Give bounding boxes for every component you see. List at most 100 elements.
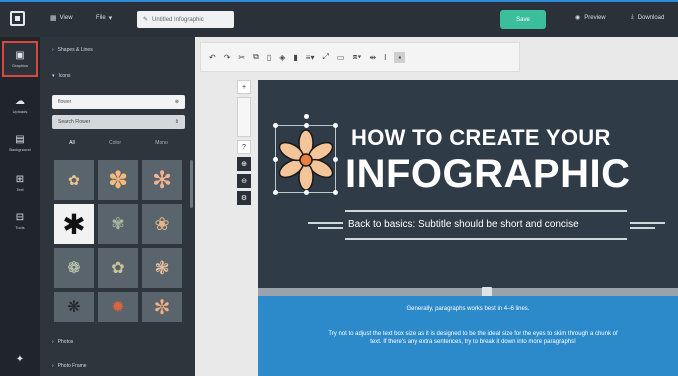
resize-handle[interactable] — [333, 190, 338, 195]
flower-icon: ✻ — [151, 166, 173, 194]
text-icon: ⊞ — [15, 173, 25, 185]
infographic-title-line1[interactable]: HOW TO CREATE YOUR — [351, 125, 611, 151]
icon-result[interactable]: ✹ — [98, 292, 138, 322]
rail-item-graphics[interactable]: ▣ Graphics — [2, 41, 38, 77]
filter-select-value: Search Flower — [58, 119, 91, 125]
group-icon[interactable]: ⧈▾ — [352, 52, 361, 62]
icon-filter-select[interactable]: Search Flower ⇕ — [52, 115, 185, 129]
tab-color[interactable]: Color — [109, 140, 121, 146]
subtitle-bottom-rule — [345, 238, 627, 240]
canvas-tool-column: + ? ⊕ ⊖ ⚙ — [237, 80, 251, 205]
rail-item-help[interactable]: ✦ — [2, 342, 38, 376]
file-menu-label: File — [96, 15, 106, 21]
uploads-icon: ☁ — [15, 95, 25, 107]
section-divider[interactable] — [258, 288, 678, 296]
selected-element-box[interactable] — [273, 114, 338, 195]
infographic-subtitle[interactable]: Back to basics: Subtitle should be short… — [348, 219, 579, 230]
layer-icon[interactable]: ◈ — [279, 53, 285, 62]
file-menu[interactable]: File ▾ — [96, 14, 112, 22]
tools-icon: ⊟ — [15, 211, 25, 223]
tab-mono[interactable]: Mono — [155, 140, 168, 146]
section-photo-frame[interactable]: › Photo Frame — [52, 363, 87, 369]
rotate-handle[interactable] — [304, 114, 309, 119]
download-label: Download — [637, 14, 665, 21]
paragraph-1[interactable]: Generally, paragraphs works best in 4–6 … — [258, 306, 678, 312]
subtitle-left-rule — [318, 227, 343, 229]
asterisk-flower-icon: ✱ — [62, 208, 86, 240]
redo-icon[interactable]: ↷ — [224, 53, 231, 62]
icon-result[interactable]: ✼ — [142, 292, 182, 322]
app-logo-icon[interactable] — [10, 11, 25, 26]
icon-result[interactable]: ❁ — [54, 248, 94, 288]
align-icon[interactable]: ≡▾ — [306, 53, 315, 62]
paragraph-2[interactable]: Try not to adjust the text box size as i… — [328, 330, 618, 346]
save-button[interactable]: Save — [500, 10, 546, 29]
section-icons[interactable]: ▾ Icons — [52, 73, 70, 79]
help-icon[interactable]: ? — [237, 140, 251, 154]
rail-item-uploads[interactable]: ☁ Uploads — [2, 87, 38, 123]
icon-result[interactable]: ✾ — [98, 204, 138, 244]
icon-result[interactable]: ✻ — [142, 160, 182, 200]
rail-item-text[interactable]: ⊞ Text — [2, 165, 38, 201]
page-up-icon[interactable]: ⊕ — [237, 157, 251, 171]
resize-handle[interactable] — [273, 190, 278, 195]
icon-result[interactable]: ❋ — [54, 292, 94, 322]
rail-item-background[interactable]: ▤ Background — [2, 125, 38, 161]
chevron-right-icon: › — [52, 47, 54, 53]
close-icon[interactable]: ⊗ — [175, 99, 179, 105]
zoom-slider[interactable] — [237, 97, 251, 137]
cut-icon[interactable]: ✂ — [238, 53, 245, 62]
icon-result[interactable]: ✽ — [98, 160, 138, 200]
flower-icon: ✽ — [107, 166, 129, 194]
download-button[interactable]: ⤓ Download — [631, 14, 664, 21]
page-down-icon[interactable]: ⊖ — [237, 174, 251, 188]
download-icon: ⤓ — [631, 14, 634, 20]
rail-item-label: Uploads — [12, 108, 28, 114]
flip-icon[interactable]: ⇹ — [369, 53, 376, 62]
section-icons-label: Icons — [58, 73, 71, 79]
icon-result[interactable]: ✿ — [98, 248, 138, 288]
grid-icon: ▦ — [50, 15, 57, 22]
resize-handle[interactable] — [273, 123, 278, 128]
section-shapes[interactable]: › Shapes & Lines — [52, 47, 93, 53]
resize-handle[interactable] — [273, 157, 278, 162]
copy-icon[interactable]: ⧉ — [253, 52, 259, 62]
icon-result[interactable]: ❀ — [142, 204, 182, 244]
section-photo-frame-label: Photo Frame — [57, 363, 87, 369]
icon-result[interactable]: ✿ — [54, 160, 94, 200]
resize-handle[interactable] — [304, 190, 309, 195]
view-menu[interactable]: ▦ View — [50, 14, 73, 22]
subtitle-top-rule — [345, 210, 627, 212]
chevron-down-icon: ▾ — [52, 73, 55, 79]
page-settings-icon[interactable]: ⚙ — [237, 191, 251, 205]
icon-result[interactable]: ✱ — [54, 204, 94, 244]
subtitle-right-rule — [630, 227, 655, 229]
panel-scrollbar[interactable] — [190, 160, 193, 208]
crop-icon[interactable]: ▭ — [337, 53, 345, 62]
resize-handle[interactable] — [333, 123, 338, 128]
preview-button[interactable]: ◉ Preview — [575, 14, 606, 22]
spacing-icon[interactable]: Ι — [384, 53, 386, 62]
document-title-field[interactable]: ✎ Untitled Infographic — [137, 11, 234, 28]
grid-toggle-icon[interactable]: ▪ — [394, 51, 406, 63]
icon-result[interactable]: ❃ — [142, 248, 182, 288]
resize-handle[interactable] — [304, 123, 309, 128]
undo-icon[interactable]: ↶ — [209, 53, 216, 62]
icon-search-input[interactable]: flower ⊗ — [52, 95, 185, 109]
resize-handle[interactable] — [333, 157, 338, 162]
rail-item-tools[interactable]: ⊟ Tools — [2, 203, 38, 239]
lock-icon[interactable]: ▮ — [293, 53, 297, 62]
flower-icon: ✾ — [111, 216, 125, 233]
body-section[interactable]: Generally, paragraphs works best in 4–6 … — [258, 296, 678, 376]
bulb-icon: ✦ — [15, 354, 25, 365]
infographic-canvas[interactable]: HOW TO CREATE YOUR INFOGRAPHIC Back to b… — [258, 80, 678, 376]
search-input-value: flower — [58, 99, 72, 105]
rail-item-label: Tools — [15, 224, 25, 230]
tab-all[interactable]: All — [69, 140, 75, 146]
infographic-title-line2[interactable]: INFOGRAPHIC — [345, 152, 631, 197]
section-photos[interactable]: › Photos — [52, 339, 73, 345]
link-icon[interactable]: ⤢ — [322, 52, 328, 62]
paste-icon[interactable]: ▯ — [267, 53, 271, 62]
zoom-in-icon[interactable]: + — [237, 80, 251, 94]
graphics-icon: ▣ — [15, 49, 25, 61]
